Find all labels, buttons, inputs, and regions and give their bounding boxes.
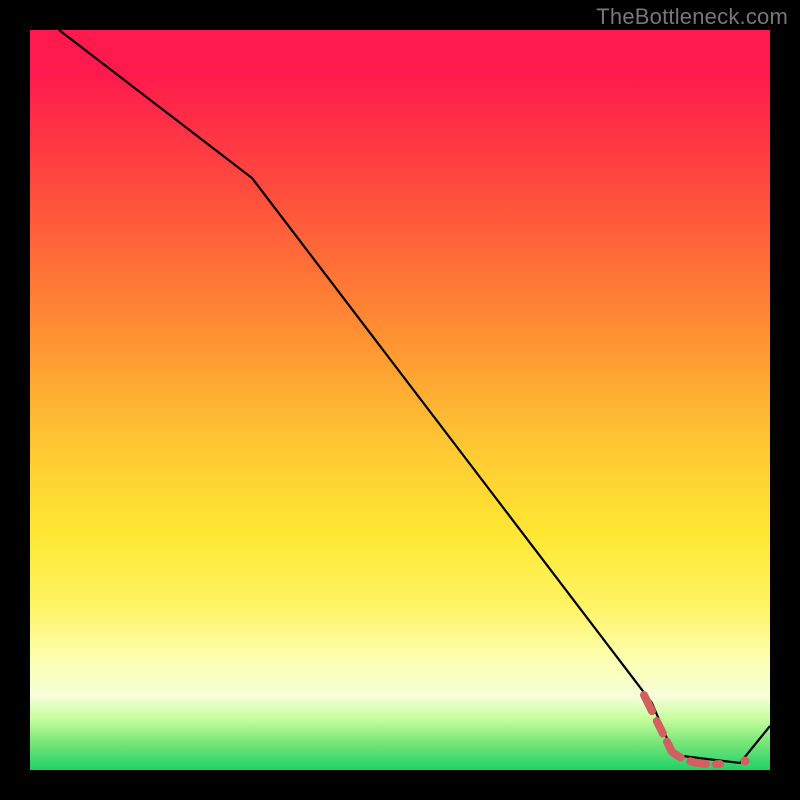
- end-dot: [741, 757, 750, 766]
- plot-overlay: [30, 30, 770, 770]
- watermark-text: TheBottleneck.com: [596, 4, 788, 30]
- highlight-dashed: [644, 695, 720, 764]
- chart-frame: TheBottleneck.com: [0, 0, 800, 800]
- series-curve: [59, 30, 770, 763]
